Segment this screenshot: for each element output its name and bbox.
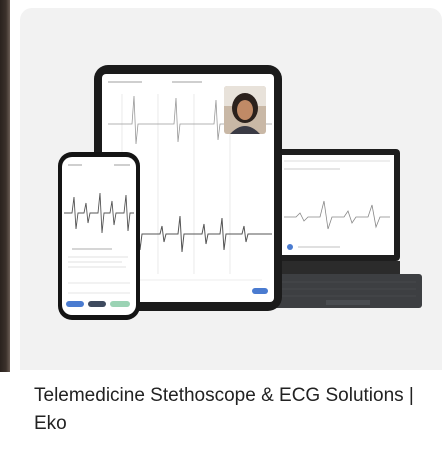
phone-app-view [64, 164, 134, 307]
image-result-card[interactable]: Telemedicine Stethoscope & ECG Solutions… [20, 0, 442, 457]
laptop-hinge [274, 261, 400, 274]
result-title-link[interactable]: Telemedicine Stethoscope & ECG Solutions… [34, 382, 434, 438]
previous-result-thumbnail-edge[interactable] [0, 0, 10, 372]
laptop-device [274, 149, 400, 261]
doctor-portrait [224, 86, 266, 134]
keyboard-keys [278, 281, 416, 305]
laptop-waveform [284, 160, 390, 250]
doctor-video-icon [224, 86, 266, 134]
laptop-screen-content [280, 155, 394, 255]
result-thumbnail[interactable] [20, 8, 442, 370]
phone-screen [62, 157, 136, 315]
laptop-keyboard [272, 274, 422, 308]
phone-device [58, 152, 140, 320]
